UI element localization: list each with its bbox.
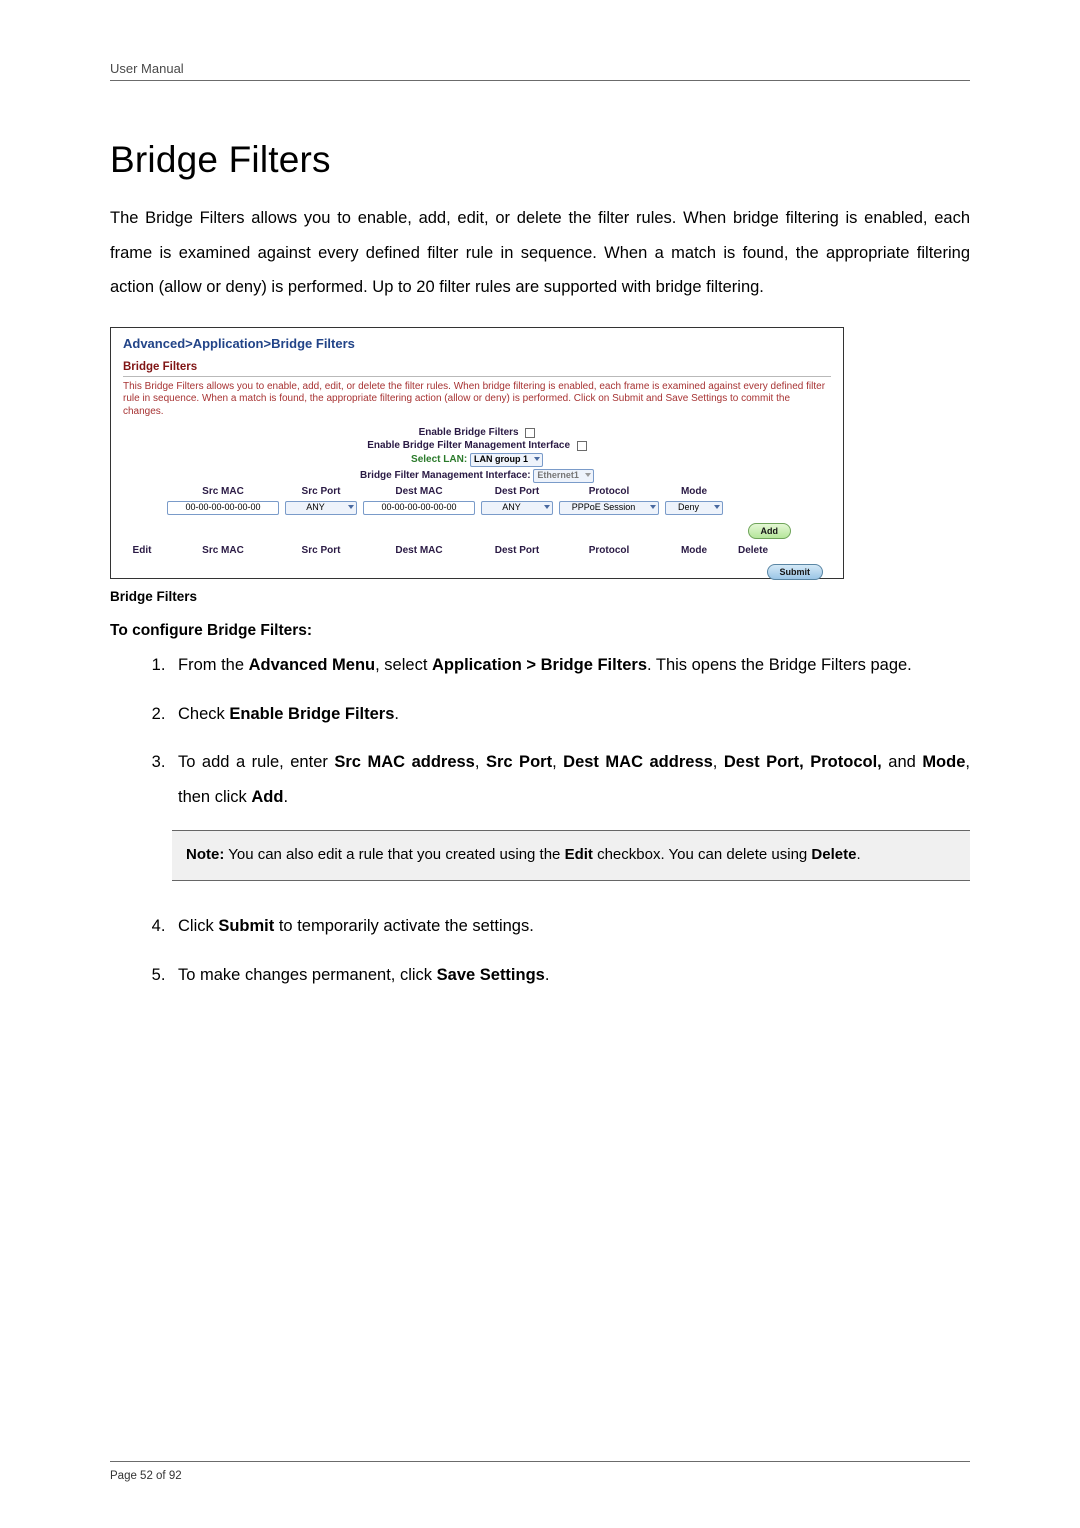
- entry-row: 00-00-00-00-00-00 ANY 00-00-00-00-00-00 …: [123, 499, 831, 517]
- mgmt-interface-row: Enable Bridge Filter Management Interfac…: [123, 439, 831, 452]
- protocol-select[interactable]: PPPoE Session: [559, 501, 659, 515]
- intro-paragraph: The Bridge Filters allows you to enable,…: [110, 201, 970, 305]
- enable-bridge-filters-row: Enable Bridge Filters: [123, 426, 831, 439]
- screenshot-caption: Bridge Filters: [110, 589, 970, 604]
- col-mode: Mode: [665, 486, 723, 497]
- col-delete: Delete: [729, 545, 777, 556]
- note-box: Note: You can also edit a rule that you …: [172, 830, 970, 881]
- mode-select[interactable]: Deny: [665, 501, 723, 515]
- submit-button[interactable]: Submit: [767, 564, 824, 580]
- src-mac-input[interactable]: 00-00-00-00-00-00: [167, 501, 279, 515]
- select-lan-dropdown[interactable]: LAN group 1: [470, 453, 543, 467]
- footer-page-number: Page 52 of 92: [110, 1470, 182, 1482]
- bfmi-label: Bridge Filter Management Interface:: [360, 470, 531, 481]
- step-4: Click Submit to temporarily activate the…: [170, 909, 970, 944]
- step-5: To make changes permanent, click Save Se…: [170, 958, 970, 993]
- select-lan-label: Select LAN:: [411, 454, 467, 465]
- steps-list-continued: Click Submit to temporarily activate the…: [170, 909, 970, 992]
- col-dest-port: Dest Port: [481, 486, 553, 497]
- config-screenshot: Advanced>Application>Bridge Filters Brid…: [110, 327, 844, 579]
- entry-header-row: Src MAC Src Port Dest MAC Dest Port Prot…: [123, 484, 831, 499]
- step-3: To add a rule, enter Src MAC address, Sr…: [170, 745, 970, 814]
- step-2: Check Enable Bridge Filters.: [170, 697, 970, 732]
- col-dest-mac: Dest MAC: [363, 486, 475, 497]
- page-footer: Page 52 of 92: [110, 1461, 970, 1484]
- mgmt-interface-label: Enable Bridge Filter Management Interfac…: [367, 440, 570, 451]
- src-port-select[interactable]: ANY: [285, 501, 357, 515]
- header-label: User Manual: [110, 61, 184, 76]
- enable-bridge-filters-checkbox[interactable]: [525, 428, 535, 438]
- col-edit: Edit: [123, 545, 161, 556]
- breadcrumb: Advanced>Application>Bridge Filters: [123, 336, 831, 351]
- section-subheading: To configure Bridge Filters:: [110, 622, 970, 640]
- submit-row: Submit: [123, 564, 831, 580]
- add-row: Add: [123, 523, 831, 539]
- add-button[interactable]: Add: [748, 523, 792, 539]
- col-src-port: Src Port: [285, 486, 357, 497]
- bfmi-row: Bridge Filter Management Interface: Ethe…: [123, 468, 831, 484]
- mgmt-interface-checkbox[interactable]: [577, 441, 587, 451]
- bfmi-dropdown: Ethernet1: [533, 469, 594, 483]
- col-src-mac: Src MAC: [167, 486, 279, 497]
- page-title: Bridge Filters: [110, 139, 970, 181]
- steps-list: From the Advanced Menu, select Applicati…: [170, 648, 970, 815]
- header-rule: [110, 80, 970, 81]
- panel-description: This Bridge Filters allows you to enable…: [123, 381, 831, 419]
- select-lan-row: Select LAN: LAN group 1: [123, 452, 831, 468]
- dest-mac-input[interactable]: 00-00-00-00-00-00: [363, 501, 475, 515]
- panel-title: Bridge Filters: [123, 361, 831, 377]
- options-block: Enable Bridge Filters Enable Bridge Filt…: [123, 426, 831, 484]
- footer-rule: [110, 1461, 970, 1462]
- enable-bridge-filters-label: Enable Bridge Filters: [419, 427, 519, 438]
- step-1: From the Advanced Menu, select Applicati…: [170, 648, 970, 683]
- page-header: User Manual: [110, 60, 970, 81]
- list-header-row: Edit Src MAC Src Port Dest MAC Dest Port…: [123, 543, 831, 558]
- col-protocol: Protocol: [559, 486, 659, 497]
- dest-port-select[interactable]: ANY: [481, 501, 553, 515]
